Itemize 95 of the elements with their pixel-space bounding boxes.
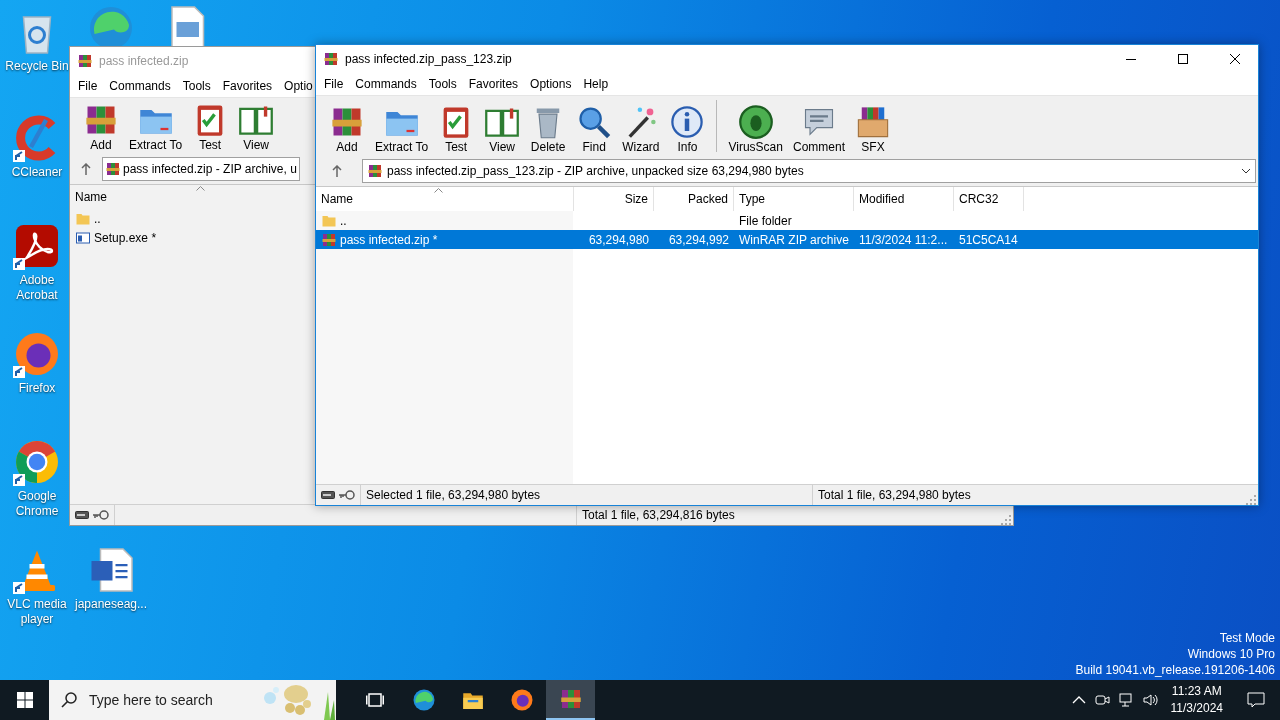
address-field[interactable]: pass infected.zip_pass_123.zip - ZIP archive, unpacked size 63,294,980 bytes [362, 159, 1256, 183]
sfx-button[interactable]: SFX [850, 104, 896, 154]
fox-logo-icon [13, 330, 61, 378]
cell-text: Setup.exe * [94, 229, 157, 247]
add-button[interactable]: Add [324, 104, 370, 154]
books-icon [323, 51, 339, 67]
comment-button[interactable]: Comment [787, 104, 850, 154]
status-text: Total 1 file, 63,294,816 bytes [582, 507, 735, 524]
info-icon [669, 104, 706, 140]
taskbar-app-button[interactable] [546, 680, 595, 720]
column-header[interactable]: Packed [654, 187, 734, 211]
notification-icon [1246, 692, 1265, 708]
windows-logo-icon [16, 692, 33, 708]
delete-button[interactable]: Delete [525, 104, 572, 154]
cell-text: File folder [739, 212, 792, 230]
resize-grip-icon [1001, 515, 1011, 525]
menu-item[interactable]: Favorites [462, 75, 525, 93]
search-field[interactable]: Type here to search [87, 688, 250, 712]
window-title: pass infected.zip [99, 53, 189, 70]
system-watermark-text: Test Mode [1218, 630, 1275, 646]
menu-item[interactable]: Tools [422, 75, 463, 93]
extract-button[interactable]: Extract To [370, 104, 434, 154]
cell-text: WinRAR ZIP archive [739, 231, 849, 249]
browser-logo-icon [13, 438, 61, 486]
menu-item[interactable]: File [72, 77, 104, 95]
cell-text: 11/3/2024 11:2... [859, 231, 948, 249]
wave-logo-icon [411, 688, 436, 712]
file-row[interactable]: pass infected.zip * 63,294,980 63,294,992 WinRAR ZIP archive 11/3/2024 11:2... 51C5CA14 [316, 230, 1258, 249]
test-button[interactable]: Test [187, 102, 234, 152]
drive-icon [75, 511, 89, 519]
key-icon [93, 510, 109, 520]
books-icon [367, 163, 383, 179]
file-row[interactable]: Setup.exe * [70, 228, 316, 247]
magnifier-icon [576, 104, 613, 140]
info-button[interactable]: Info [664, 104, 711, 154]
menu-item[interactable]: Commands [103, 77, 177, 95]
close-icon [1230, 54, 1240, 64]
up-arrow-icon [332, 165, 342, 177]
status-text: Total 1 file, 63,294,980 bytes [818, 487, 971, 504]
column-header[interactable]: Name [316, 187, 574, 211]
file-row[interactable]: .. [70, 209, 316, 228]
window-title: pass infected.zip_pass_123.zip [345, 51, 513, 68]
books-icon [105, 161, 121, 177]
system-watermark-text: Windows 10 Pro [1186, 646, 1275, 662]
virus-scan-button[interactable]: VirusScan [723, 104, 788, 154]
file-row[interactable]: .. File folder [316, 211, 1258, 230]
program-icon [75, 229, 91, 246]
add-button[interactable]: Add [78, 102, 124, 152]
menu-item[interactable]: Help [577, 75, 615, 93]
clock[interactable]: 11:23 AM 11/3/2024 [1162, 683, 1231, 717]
up-arrow-icon [81, 163, 91, 175]
cell-text: .. [340, 212, 347, 230]
cell-text: pass infected.zip * [340, 231, 438, 249]
network-icon [1118, 692, 1135, 708]
column-header[interactable]: CRC32 [954, 187, 1024, 211]
cell-text: 63,294,980 [588, 231, 649, 249]
sort-icon [196, 186, 205, 191]
document-logo-icon [13, 222, 61, 270]
view-button[interactable]: View [233, 102, 280, 152]
chevron-down-icon [1241, 168, 1251, 174]
box-icon [855, 104, 891, 140]
menu-item[interactable]: Favorites [216, 77, 279, 95]
camera-icon [1094, 692, 1111, 708]
drive-icon [321, 491, 335, 499]
cell-text: 63,294,992 [668, 231, 729, 249]
status-text: Selected 1 file, 63,294,980 bytes [366, 487, 541, 504]
menu-item[interactable]: Optio [278, 77, 319, 95]
menu-item[interactable]: File [318, 75, 350, 93]
search-icon [61, 692, 77, 708]
menu-item[interactable]: Commands [349, 75, 423, 93]
find-button[interactable]: Find [571, 104, 618, 154]
system-watermark-text: Build 19041.vb_release.191206-1406 [1075, 662, 1275, 678]
column-header[interactable]: Size [574, 187, 654, 211]
menu-item[interactable]: Options [524, 75, 578, 93]
resize-grip-icon [1246, 495, 1256, 505]
search-box[interactable]: Type here to search [49, 680, 336, 720]
key-icon [339, 490, 355, 500]
extract-button[interactable]: Extract To [124, 102, 188, 152]
column-header[interactable]: Type [734, 187, 854, 211]
view-button[interactable]: View [479, 104, 526, 154]
cell-text: .. [94, 210, 101, 228]
cell-text: 51C5CA14 [959, 231, 1018, 249]
address-field[interactable]: pass infected.zip - ZIP archive, u [102, 157, 300, 181]
books-icon [321, 231, 337, 248]
maximize-icon [1178, 54, 1188, 64]
books-icon [558, 687, 583, 711]
wizard-button[interactable]: Wizard [617, 104, 665, 154]
books-icon [77, 53, 93, 69]
speaker-icon [1142, 692, 1159, 708]
sort-icon [434, 188, 443, 193]
menu-item[interactable]: Tools [176, 77, 217, 95]
column-header[interactable]: Modified [854, 187, 954, 211]
fox-logo-icon [509, 688, 534, 712]
bug-icon [737, 104, 774, 140]
test-button[interactable]: Test [433, 104, 480, 154]
